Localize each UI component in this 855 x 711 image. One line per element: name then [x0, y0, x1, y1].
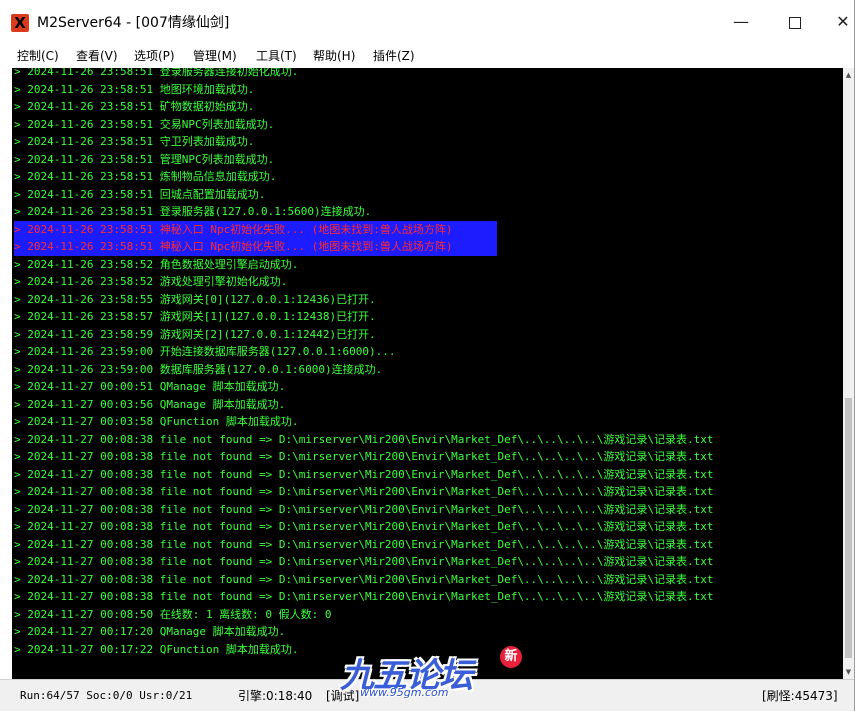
status-engine-time: 引擎:0:18:40 [238, 689, 313, 703]
log-console[interactable]: > 2024-11-26 23:58:51 登录服务器连接初始化成功. > 202… [12, 68, 843, 679]
log-line: > 2024-11-27 00:00:51 QManage 脚本加载成功. [14, 380, 286, 393]
status-monster-refresh: [刷怪:45473] [762, 689, 838, 703]
menu-options[interactable]: 选项(P) [134, 47, 175, 64]
maximize-button[interactable] [772, 0, 818, 44]
log-line: > 2024-11-26 23:58:51 守卫列表加载成功. [14, 135, 255, 148]
menu-help[interactable]: 帮助(H) [313, 47, 355, 64]
log-line: > 2024-11-26 23:58:57 游戏网关[1](127.0.0.1:… [14, 310, 376, 323]
log-line: > 2024-11-27 00:08:38 file not found => … [14, 572, 714, 586]
menu-tools[interactable]: 工具(T) [256, 47, 297, 64]
log-line: > 2024-11-26 23:58:51 矿物数据初始成功. [14, 100, 255, 113]
log-line: > 2024-11-26 23:58:51 登录服务器(127.0.0.1:56… [14, 205, 372, 218]
log-line: > 2024-11-27 00:03:58 QFunction 脚本加载成功. [14, 415, 299, 428]
log-line: > 2024-11-26 23:58:51 炼制物品信息加载成功. [14, 170, 277, 183]
status-bar: Run:64/57 Soc:0/0 Usr:0/21 引擎:0:18:40 [调… [0, 679, 854, 711]
title-bar[interactable]: X M2Server64 - [007情缘仙剑] — ✕ [0, 0, 854, 44]
log-line: > 2024-11-27 00:17:20 QManage 脚本加载成功. [14, 625, 286, 638]
log-line: > 2024-11-26 23:58:52 游戏处理引擎初始化成功. [14, 275, 288, 288]
log-line: > 2024-11-26 23:58:51 管理NPC列表加载成功. [14, 152, 275, 166]
close-button[interactable]: ✕ [820, 0, 855, 44]
scroll-thumb[interactable] [845, 398, 852, 658]
log-line: > 2024-11-26 23:58:51 回城点配置加载成功. [14, 187, 266, 201]
log-line: > 2024-11-26 23:58:52 角色数据处理引擎启动成功. [14, 257, 299, 271]
scroll-up-arrow-icon[interactable]: ▲ [843, 68, 854, 82]
log-line: > 2024-11-26 23:58:55 游戏网关[0](127.0.0.1:… [14, 292, 376, 306]
log-line: > 2024-11-27 00:17:22 QFunction 脚本加载成功. [14, 642, 299, 656]
menu-control[interactable]: 控制(C) [17, 47, 59, 64]
app-icon: X [11, 14, 29, 32]
log-line: > 2024-11-27 00:08:38 file not found => … [14, 450, 714, 463]
log-line: > 2024-11-26 23:58:51 登录服务器连接初始化成功. [14, 68, 299, 78]
menu-view[interactable]: 查看(V) [76, 47, 118, 64]
menu-manage[interactable]: 管理(M) [193, 47, 237, 64]
maximize-icon [789, 16, 801, 29]
log-line: > 2024-11-27 00:08:38 file not found => … [14, 485, 714, 498]
log-line: > 2024-11-27 00:08:38 file not found => … [14, 590, 714, 603]
log-line: > 2024-11-26 23:59:00 数据库服务器(127.0.0.1:6… [14, 362, 383, 376]
menu-plugins[interactable]: 插件(Z) [373, 47, 415, 64]
window-title: M2Server64 - [007情缘仙剑] [37, 15, 230, 31]
log-line-error: > 2024-11-26 23:58:51 神秘入口 Npc初始化失败... (… [14, 238, 497, 256]
log-line: > 2024-11-26 23:58:51 地图环境加载成功. [14, 82, 255, 96]
log-line: > 2024-11-27 00:08:38 file not found => … [14, 555, 714, 568]
scroll-down-arrow-icon[interactable]: ▼ [843, 665, 854, 679]
log-line: > 2024-11-26 23:59:00 开始连接数据库服务器(127.0.0… [14, 345, 396, 358]
log-line: > 2024-11-27 00:08:38 file not found => … [14, 502, 714, 516]
status-run-counts: Run:64/57 Soc:0/0 Usr:0/21 [20, 689, 193, 702]
vertical-scrollbar[interactable]: ▲ ▼ [843, 68, 854, 679]
log-line-error: > 2024-11-26 23:58:51 神秘入口 Npc初始化失败... (… [14, 220, 497, 238]
log-line: > 2024-11-26 23:58:59 游戏网关[2](127.0.0.1:… [14, 327, 376, 341]
log-line: > 2024-11-27 00:08:38 file not found => … [14, 520, 714, 533]
status-engine-extra: [调试] [326, 689, 360, 703]
server-window: X M2Server64 - [007情缘仙剑] — ✕ 控制(C) 查看(V)… [0, 0, 855, 711]
log-line: > 2024-11-26 23:58:51 交易NPC列表加载成功. [14, 117, 275, 131]
log-line: > 2024-11-27 00:08:38 file not found => … [14, 467, 714, 481]
log-line: > 2024-11-27 00:03:56 QManage 脚本加载成功. [14, 397, 286, 411]
log-line: > 2024-11-27 00:08:38 file not found => … [14, 432, 714, 446]
minimize-button[interactable]: — [718, 0, 764, 44]
log-line: > 2024-11-27 00:08:50 在线数: 1 离线数: 0 假人数:… [14, 607, 332, 621]
log-line: > 2024-11-27 00:08:38 file not found => … [14, 537, 714, 551]
menu-bar: 控制(C) 查看(V) 选项(P) 管理(M) 工具(T) 帮助(H) 插件(Z… [0, 44, 854, 68]
